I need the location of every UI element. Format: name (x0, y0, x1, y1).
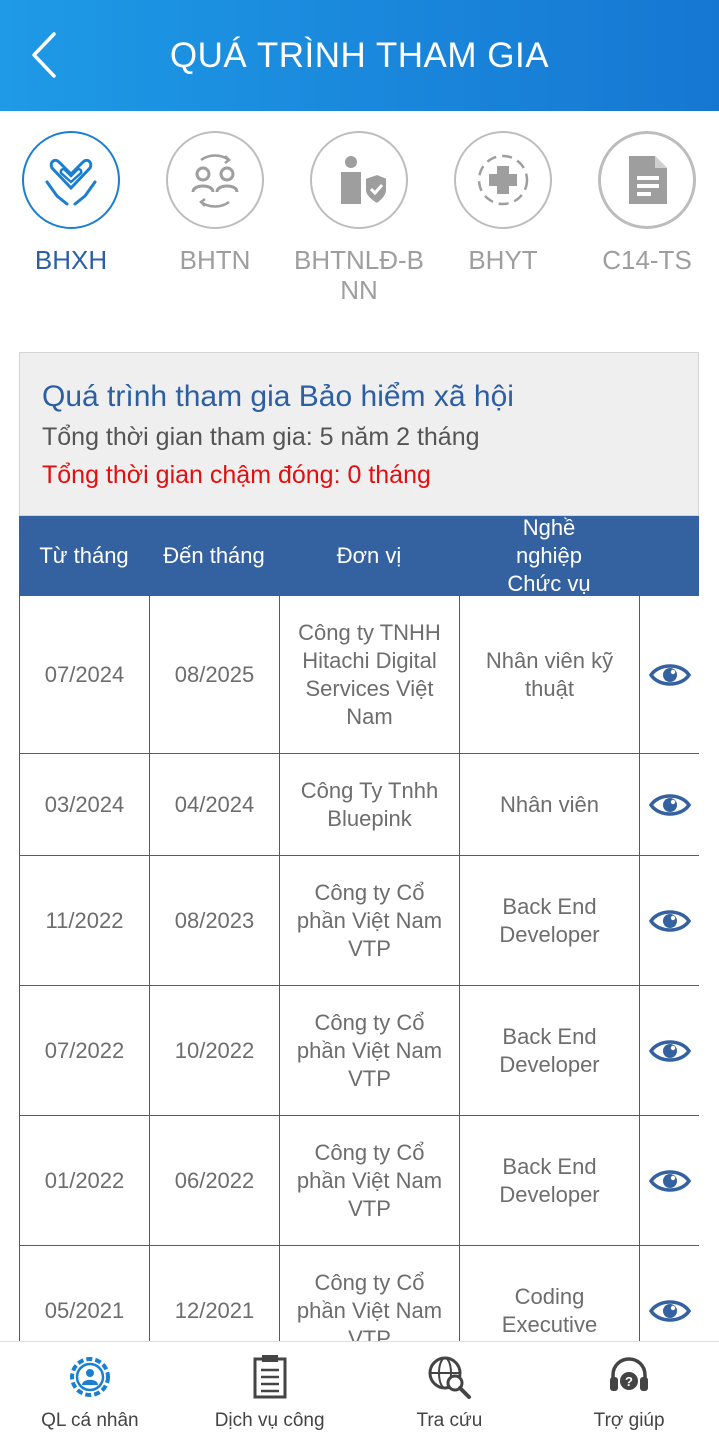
tab-bhtn[interactable]: BHTN (143, 131, 287, 275)
summary-box: Quá trình tham gia Bảo hiểm xã hội Tổng … (19, 352, 699, 516)
tab-bhtn-circle (166, 131, 264, 229)
people-exchange-icon (191, 154, 239, 208)
tab-bhxh[interactable]: BHXH (0, 131, 143, 275)
document-icon (629, 156, 667, 204)
nav-lookup-label: Tra cứu (416, 1410, 483, 1431)
col-position: Nghề nghiệp Chức vụ (507, 515, 591, 596)
nav-public-service[interactable]: Dịch vụ công (180, 1342, 360, 1438)
tab-c14-ts[interactable]: C14-TS (575, 131, 719, 275)
summary-late-time: Tổng thời gian chậm đóng: 0 tháng (42, 461, 431, 489)
cell-position: Nhân viên (459, 754, 639, 855)
summary-total-time: Tổng thời gian tham gia: 5 năm 2 tháng (42, 423, 480, 451)
nav-public-service-icon-wrap (180, 1352, 360, 1402)
cell-to: 06/2022 (149, 1116, 279, 1245)
table-row: 01/2022 06/2022 Công ty Cổ phần Việt Nam… (19, 1116, 699, 1246)
medical-cross-icon (477, 154, 529, 206)
view-detail-button[interactable] (639, 754, 699, 855)
nav-personal-icon-wrap (0, 1352, 180, 1402)
document-list-icon (253, 1355, 287, 1399)
headset-help-icon: ? (610, 1357, 649, 1391)
cell-unit: Công ty Cổ phần Việt Nam VTP (279, 856, 459, 985)
app-header: QUÁ TRÌNH THAM GIA (0, 0, 719, 111)
tab-bhtnld-circle (310, 131, 408, 229)
table-header: Từ tháng Đến tháng Đơn vị Nghề nghiệp Ch… (19, 515, 699, 596)
eye-icon (648, 793, 691, 816)
nav-lookup-icon-wrap (360, 1352, 540, 1402)
bottom-nav: QL cá nhân Dịch vụ công Tra cứu ? Trợ gi… (0, 1341, 719, 1438)
eye-icon (648, 909, 691, 932)
worker-shield-icon (341, 156, 388, 206)
nav-help[interactable]: ? Trợ giúp (539, 1342, 719, 1438)
cell-unit: Công ty Cổ phần Việt Nam VTP (279, 1116, 459, 1245)
table-body: 07/2024 08/2025 Công ty TNHH Hitachi Dig… (19, 596, 699, 1376)
tab-c14-label: C14-TS (602, 245, 692, 275)
table-row: 07/2024 08/2025 Công ty TNHH Hitachi Dig… (19, 596, 699, 754)
cell-from: 01/2022 (19, 1116, 149, 1245)
cell-to: 08/2025 (149, 596, 279, 753)
tab-bhyt[interactable]: BHYT (431, 131, 575, 275)
cell-to: 04/2024 (149, 754, 279, 855)
cell-position: Back End Developer (459, 986, 639, 1115)
eye-icon (648, 1169, 691, 1192)
category-tabs: BHXH BHTN BHTNLĐ-BNN BHYT C14-TS (0, 111, 719, 351)
cell-position: Nhân viên kỹ thuật (459, 596, 639, 753)
cell-position: Back End Developer (459, 1116, 639, 1245)
cell-unit: Công Ty Tnhh Bluepink (279, 754, 459, 855)
cell-to: 08/2023 (149, 856, 279, 985)
table-row: 11/2022 08/2023 Công ty Cổ phần Việt Nam… (19, 856, 699, 986)
hands-heart-icon (45, 158, 97, 206)
eye-icon (648, 1299, 691, 1322)
table-row: 03/2024 04/2024 Công Ty Tnhh Bluepink Nh… (19, 754, 699, 856)
cell-to: 10/2022 (149, 986, 279, 1115)
cell-position: Back End Developer (459, 856, 639, 985)
col-action (639, 516, 699, 596)
nav-lookup[interactable]: Tra cứu (360, 1342, 540, 1438)
eye-icon (648, 663, 691, 686)
svg-text:?: ? (625, 1374, 633, 1389)
nav-public-service-label: Dịch vụ công (214, 1410, 325, 1431)
nav-personal[interactable]: QL cá nhân (0, 1342, 180, 1438)
cell-unit: Công ty TNHH Hitachi Digital Services Vi… (279, 596, 459, 753)
tab-c14-circle (598, 131, 696, 229)
tab-bhyt-label: BHYT (468, 245, 538, 275)
personal-gear-icon (69, 1357, 110, 1397)
cell-from: 11/2022 (19, 856, 149, 985)
nav-help-label: Trợ giúp (593, 1410, 665, 1431)
page-title: QUÁ TRÌNH THAM GIA (169, 36, 550, 75)
tab-bhyt-circle (454, 131, 552, 229)
col-to-month: Đến tháng (163, 543, 265, 568)
tab-bhxh-label: BHXH (34, 245, 108, 275)
tab-bhtn-label: BHTN (179, 245, 251, 275)
view-detail-button[interactable] (639, 1116, 699, 1245)
summary-title: Quá trình tham gia Bảo hiểm xã hội (42, 380, 514, 413)
table-row: 07/2022 10/2022 Công ty Cổ phần Việt Nam… (19, 986, 699, 1116)
view-detail-button[interactable] (639, 596, 699, 753)
cell-from: 07/2024 (19, 596, 149, 753)
tab-bhtnld-bnn[interactable]: BHTNLĐ-BNN (287, 131, 431, 305)
view-detail-button[interactable] (639, 856, 699, 985)
tab-bhtnld-label: BHTNLĐ-BNN (293, 245, 424, 305)
tab-bhxh-circle (22, 131, 120, 229)
cell-unit: Công ty Cổ phần Việt Nam VTP (279, 986, 459, 1115)
col-from-month: Từ tháng (39, 543, 129, 568)
eye-icon (648, 1039, 691, 1062)
cell-from: 03/2024 (19, 754, 149, 855)
globe-search-icon (428, 1356, 472, 1399)
nav-help-icon-wrap: ? (539, 1352, 719, 1402)
view-detail-button[interactable] (639, 986, 699, 1115)
nav-personal-label: QL cá nhân (41, 1410, 139, 1431)
col-unit: Đơn vị (336, 543, 402, 568)
cell-from: 07/2022 (19, 986, 149, 1115)
